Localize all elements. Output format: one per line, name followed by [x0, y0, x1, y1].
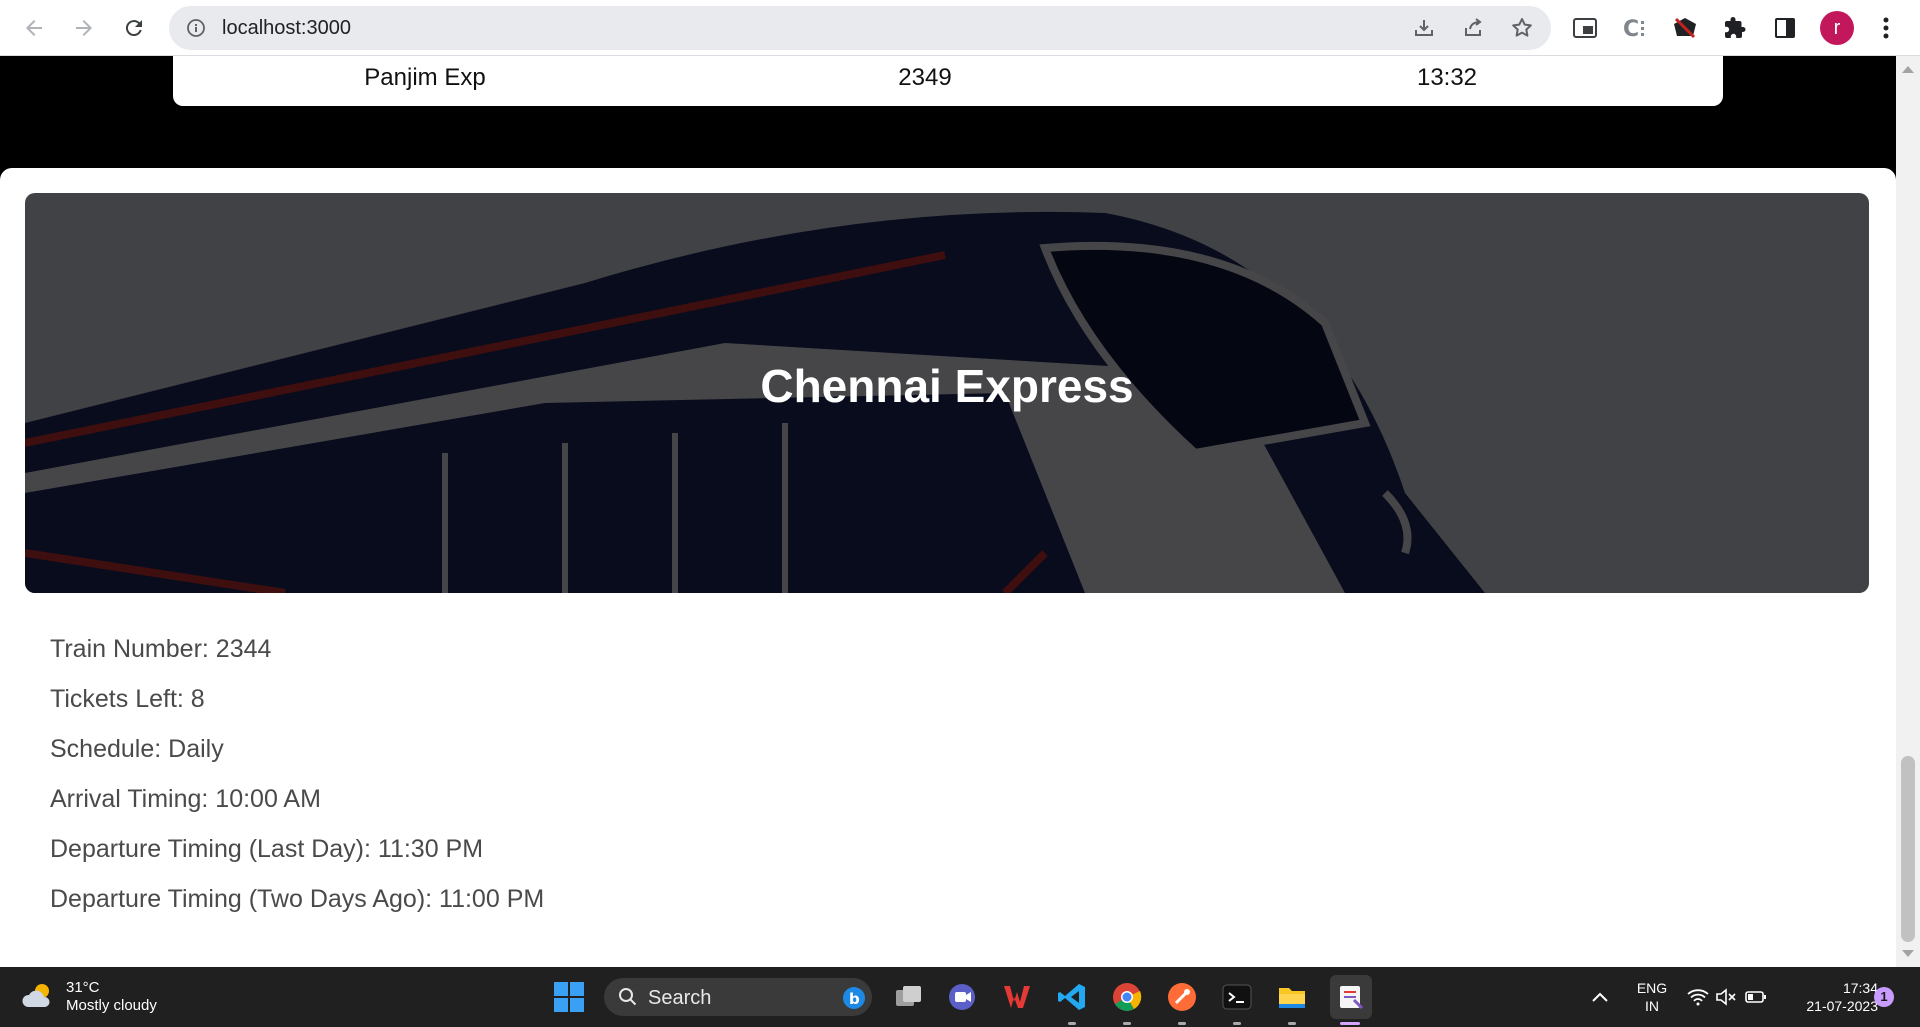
star-icon[interactable]: [1510, 16, 1534, 40]
forward-button[interactable]: [66, 10, 102, 46]
postman-icon[interactable]: [1166, 981, 1198, 1013]
bing-icon: b: [843, 987, 865, 1009]
train-title: Chennai Express: [760, 360, 1134, 412]
sidepanel-icon[interactable]: [1771, 14, 1799, 42]
train-name-cell: Panjim Exp: [364, 64, 486, 91]
url-text[interactable]: localhost:3000: [222, 17, 351, 39]
back-button[interactable]: [16, 10, 52, 46]
search-label: Search: [648, 987, 712, 1009]
forward-icon: [76, 20, 92, 36]
train-number-cell: 2349: [898, 64, 952, 91]
battery-icon[interactable]: [1742, 983, 1770, 1011]
task-view-icon[interactable]: [893, 981, 925, 1013]
train-hero-banner: Chennai Express: [25, 193, 1869, 593]
cloud-sun-icon: [22, 984, 50, 1007]
notification-badge[interactable]: 1: [1874, 987, 1894, 1007]
chrome-icon[interactable]: [1111, 981, 1143, 1013]
train-time-cell: 13:32: [1416, 64, 1478, 91]
language-indicator[interactable]: ENG IN: [1632, 979, 1672, 1015]
chevron-up-icon[interactable]: [1586, 983, 1614, 1011]
search-icon: [619, 988, 637, 1006]
chat-icon[interactable]: [946, 981, 978, 1013]
extension-game-icon[interactable]: [1671, 14, 1699, 42]
svg-text:b: b: [849, 990, 860, 1008]
speaker-muted-icon[interactable]: [1712, 983, 1740, 1011]
weather-temperature: 31°C: [66, 979, 100, 996]
windows-taskbar: 31°C Mostly cloudy Search b ENG IN 17:34…: [0, 967, 1920, 1027]
arrival-timing-text: Arrival Timing: 10:00 AM: [50, 785, 321, 813]
clock-time: 17:34: [1842, 980, 1878, 996]
tickets-left-text: Tickets Left: 8: [50, 685, 205, 713]
scroll-down-arrow[interactable]: [1902, 950, 1914, 957]
language-code: ENG: [1636, 980, 1668, 996]
avatar[interactable]: r: [1820, 11, 1854, 45]
reload-icon: [125, 20, 142, 37]
clock-date: 21-07-2023: [1806, 998, 1878, 1014]
svg-text:C: C: [1623, 17, 1639, 42]
terminal-running-indicator: [1233, 1022, 1241, 1025]
postman-running-indicator: [1178, 1022, 1186, 1025]
puzzle-icon[interactable]: [1721, 14, 1749, 42]
train-number-text: Train Number: 2344: [50, 635, 272, 663]
chrome-running-indicator: [1123, 1022, 1131, 1025]
menu-dots-icon[interactable]: [1872, 14, 1900, 42]
office-icon[interactable]: [1001, 981, 1033, 1013]
departure-two-days-ago-text: Departure Timing (Two Days Ago): 11:00 P…: [50, 885, 545, 913]
reload-button[interactable]: [116, 10, 152, 46]
page-viewport: Panjim Exp 2349 13:32 Chennai Express Tr…: [0, 56, 1896, 967]
wifi-icon[interactable]: [1684, 983, 1712, 1011]
region-code: IN: [1645, 998, 1659, 1014]
windows-start-icon[interactable]: [554, 982, 584, 1012]
vscode-icon[interactable]: [1056, 981, 1088, 1013]
train-detail-card: Chennai Express Train Number: 2344 Ticke…: [0, 168, 1896, 967]
file-explorer-icon[interactable]: [1276, 981, 1308, 1013]
address-bar[interactable]: localhost:3000: [169, 6, 1551, 50]
scrollbar-thumb[interactable]: [1901, 756, 1915, 942]
train-info-list: Train Number: 2344 Tickets Left: 8 Sched…: [50, 634, 544, 934]
weather-description: Mostly cloudy: [66, 997, 157, 1014]
share-icon[interactable]: [1461, 16, 1485, 40]
install-icon[interactable]: [1412, 16, 1436, 40]
scroll-up-arrow[interactable]: [1902, 66, 1914, 73]
departure-last-day-text: Departure Timing (Last Day): 11:30 PM: [50, 835, 484, 863]
taskbar-search[interactable]: Search b: [604, 978, 872, 1016]
terminal-icon[interactable]: [1221, 981, 1253, 1013]
info-icon[interactable]: [185, 17, 207, 39]
browser-toolbar: localhost:3000 C r: [0, 0, 1920, 56]
weather-widget[interactable]: 31°C Mostly cloudy: [22, 979, 157, 1015]
snipping-tool-icon[interactable]: [1330, 975, 1372, 1019]
file-explorer-running-indicator: [1288, 1022, 1296, 1025]
clock[interactable]: 17:34 21-07-2023: [1782, 979, 1878, 1015]
pip-icon[interactable]: [1571, 14, 1599, 42]
train-list-row[interactable]: Panjim Exp 2349 13:32: [173, 56, 1723, 106]
vscode-running-indicator: [1068, 1022, 1076, 1025]
back-icon: [26, 20, 42, 36]
extension-c-icon[interactable]: C: [1621, 14, 1649, 42]
avatar-letter: r: [1833, 16, 1841, 39]
snipping-tool-active-indicator: [1340, 1022, 1360, 1025]
schedule-text: Schedule: Daily: [50, 735, 224, 763]
page-scrollbar[interactable]: [1896, 56, 1920, 967]
